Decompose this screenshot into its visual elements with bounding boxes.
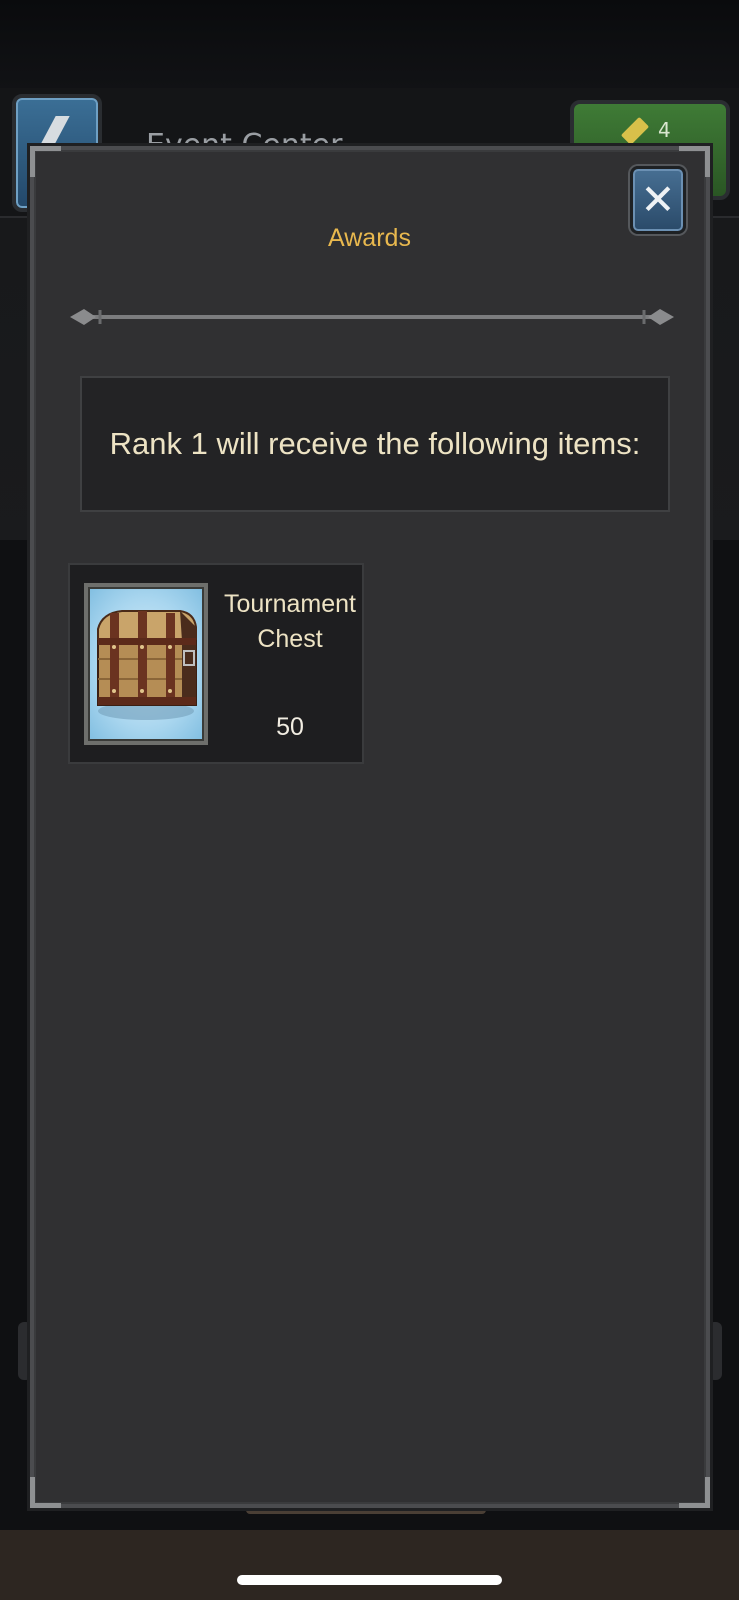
- rank-text: Rank 1 will receive the following items:: [109, 426, 641, 461]
- modal-title: Awards: [328, 224, 411, 252]
- rank-info-box: Rank 1 will receive the following items:: [80, 376, 670, 512]
- home-indicator[interactable]: [237, 1575, 502, 1585]
- frame-corner: [30, 1477, 61, 1508]
- awards-modal: [30, 146, 710, 1508]
- item-quantity: 50: [276, 713, 304, 741]
- ticket-icon: [620, 116, 650, 146]
- background-handle-right: [708, 1322, 722, 1380]
- reward-item-card[interactable]: Tournament Chest 50: [68, 563, 364, 764]
- bottom-bar: [0, 1530, 739, 1600]
- close-icon: ✕: [640, 175, 676, 224]
- item-name: Tournament Chest: [223, 590, 357, 653]
- frame-corner: [30, 146, 61, 177]
- frame-corner: [679, 1477, 710, 1508]
- ornamental-divider: [70, 309, 674, 325]
- item-image-frame: [84, 583, 208, 745]
- currency-count: 4: [658, 118, 671, 142]
- chest-icon: [97, 610, 197, 720]
- screen: Event Center 4 ✕ Awards Rank 1 will rece…: [0, 0, 739, 1600]
